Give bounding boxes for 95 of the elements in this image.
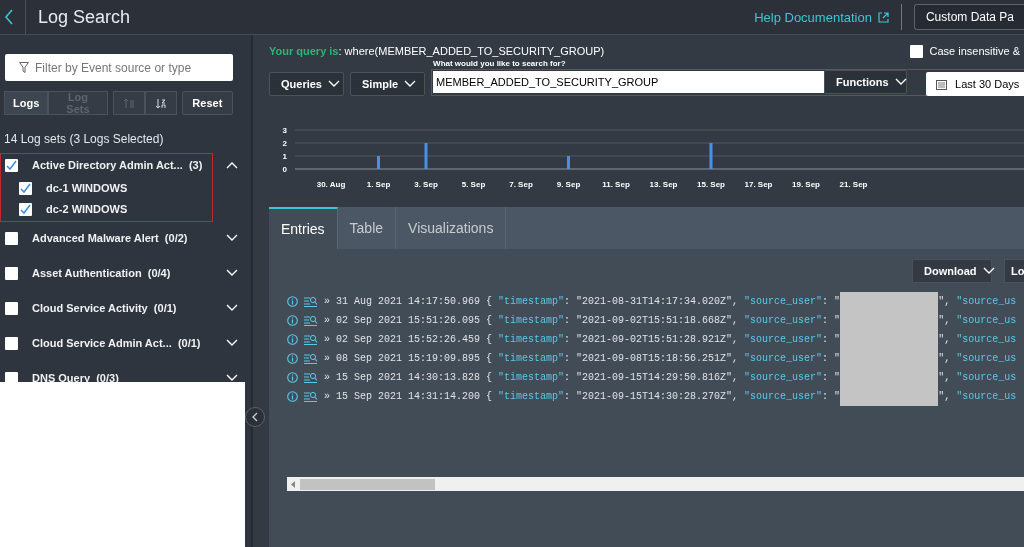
results-tab[interactable]: Table [337, 207, 397, 249]
axis-label: 1. Sep [366, 180, 391, 189]
log-set-name[interactable]: Cloud Service Activity (0/1) [32, 302, 177, 314]
axis-label: 9. Sep [556, 180, 581, 189]
custom-data-button[interactable]: Custom Data Pa [913, 4, 1024, 30]
case-insensitive-label: Case insensitive & [929, 45, 1020, 57]
chevron-icon[interactable] [226, 161, 238, 169]
sort-icon [155, 97, 167, 109]
info-icon [287, 334, 298, 345]
results-tab[interactable]: Entries [269, 207, 338, 249]
log-entry: » 15 Sep 2021 14:30:13.828 { "timestamp": "2021-09-15T14:29:50.816Z", "source_user": " ", "source_us [324, 368, 1017, 387]
external-link-icon [877, 11, 889, 23]
log-set-name[interactable]: Cloud Service Admin Act... (0/1) [32, 337, 201, 349]
chevron-icon[interactable] [226, 304, 238, 312]
chevron-icon [404, 80, 417, 88]
info-icon [287, 315, 298, 326]
log-name[interactable]: dc-1 WINDOWS [46, 182, 128, 194]
info-icon [287, 391, 298, 402]
log-entry: » 31 Aug 2021 14:17:50.969 { "timestamp": "2021-08-31T14:17:34.020Z", "source_user": " ", "source_us [324, 292, 1017, 311]
sort-button[interactable] [144, 91, 177, 115]
axis-label: 2 [282, 139, 287, 148]
checkbox[interactable] [19, 181, 32, 195]
collapse-button[interactable] [245, 407, 265, 427]
search-list-icon [304, 372, 318, 383]
filter-icon [19, 62, 29, 73]
axis-label: 5. Sep [461, 180, 486, 189]
back-icon [4, 9, 14, 25]
axis-label: 0 [282, 165, 287, 174]
left-arrow-icon [291, 480, 296, 488]
axis-label: 17. Sep [744, 180, 773, 189]
page-title: Log Search [38, 6, 131, 28]
chart-bar [709, 143, 713, 169]
checkbox[interactable] [909, 44, 923, 58]
axis-label: 13. Sep [649, 180, 678, 189]
chevron-icon[interactable] [226, 269, 238, 277]
results-tab[interactable]: Visualizations [396, 207, 507, 249]
axis-label: 30. Aug [316, 180, 346, 189]
view-tab[interactable]: Logs [4, 91, 49, 115]
checkbox[interactable] [5, 301, 18, 315]
search-list-icon [304, 391, 318, 402]
chart-bar [424, 143, 428, 169]
mode-dropdown[interactable]: Simple [350, 72, 426, 96]
chevron-icon[interactable] [226, 234, 238, 242]
chevron-icon[interactable] [226, 339, 238, 347]
axis-label: 11. Sep [602, 180, 630, 189]
log-set-name[interactable]: Asset Authentication (0/4) [32, 267, 171, 279]
search-list-icon [304, 296, 318, 307]
log-entry: » 15 Sep 2021 14:31:14.200 { "timestamp": "2021-09-15T14:30:28.270Z", "source_user": " ", "source_us [324, 387, 1017, 406]
axis-label: 21. Sep [839, 180, 868, 189]
axis-label: 3. Sep [414, 180, 438, 189]
reset-button[interactable]: Reset [181, 91, 233, 115]
search-field[interactable]: MEMBER_ADDED_TO_SECURITY_GROUP [433, 71, 825, 93]
log-set-name[interactable]: Advanced Malware Alert (0/2) [32, 232, 188, 244]
log-entry: » 08 Sep 2021 15:19:09.895 { "timestamp": "2021-09-08T15:18:56.251Z", "source_user": " ", "source_us [324, 349, 1017, 368]
log-entry: » 02 Sep 2021 15:51:26.095 { "timestamp": "2021-09-02T15:51:18.668Z", "source_user": " ", "source_us [324, 311, 1017, 330]
info-icon [287, 353, 298, 364]
sort-icon [123, 97, 135, 109]
checkbox[interactable] [5, 158, 18, 172]
query-text: Your query is: where(MEMBER_ADDED_TO_SECURITY_GROUP) [269, 45, 605, 57]
checkbox[interactable] [5, 336, 18, 350]
chevron-icon [982, 267, 995, 275]
date-range-button[interactable]: Last 30 Days [926, 72, 1024, 96]
log-set-name[interactable]: Active Directory Admin Act... (3) [32, 159, 203, 171]
chevron-icon [327, 80, 340, 88]
checkbox[interactable] [5, 231, 18, 245]
filter-field[interactable]: Filter by Event source or type [5, 54, 233, 81]
download-button[interactable]: Download [912, 259, 992, 283]
help-link[interactable]: Help Documentation [754, 9, 889, 25]
chart-bar [377, 156, 380, 169]
search-label: What would you like to search for? [433, 59, 567, 68]
functions-button[interactable]: Functions [824, 70, 908, 94]
queries-button[interactable]: Queries [269, 72, 344, 96]
chevron-icon [252, 412, 258, 422]
search-list-icon [304, 334, 318, 345]
horizontal-scrollbar[interactable] [287, 477, 1024, 491]
checkbox[interactable] [19, 202, 32, 216]
info-icon [287, 372, 298, 383]
chevron-icon[interactable] [226, 374, 238, 382]
axis-label: 19. Sep [792, 180, 820, 189]
more-button[interactable]: Lo [1004, 259, 1024, 283]
axis-label: 15. Sep [697, 180, 725, 189]
calendar-icon [936, 78, 948, 90]
info-icon [287, 296, 298, 307]
chart-bar [567, 156, 570, 169]
axis-label: 1 [282, 152, 287, 161]
scrollbar-thumb[interactable] [300, 478, 435, 490]
log-sets-summary: 14 Log sets (3 Logs Selected) [4, 132, 165, 146]
search-list-icon [304, 353, 318, 364]
chevron-icon [894, 78, 907, 86]
axis-label: 3 [282, 126, 287, 135]
log-name[interactable]: dc-2 WINDOWS [46, 203, 128, 215]
axis-label: 7. Sep [509, 180, 533, 189]
search-list-icon [304, 315, 318, 326]
log-entry: » 02 Sep 2021 15:52:26.459 { "timestamp": "2021-09-02T15:51:28.921Z", "source_user": " ", "source_us [324, 330, 1017, 349]
checkbox[interactable] [5, 266, 18, 280]
